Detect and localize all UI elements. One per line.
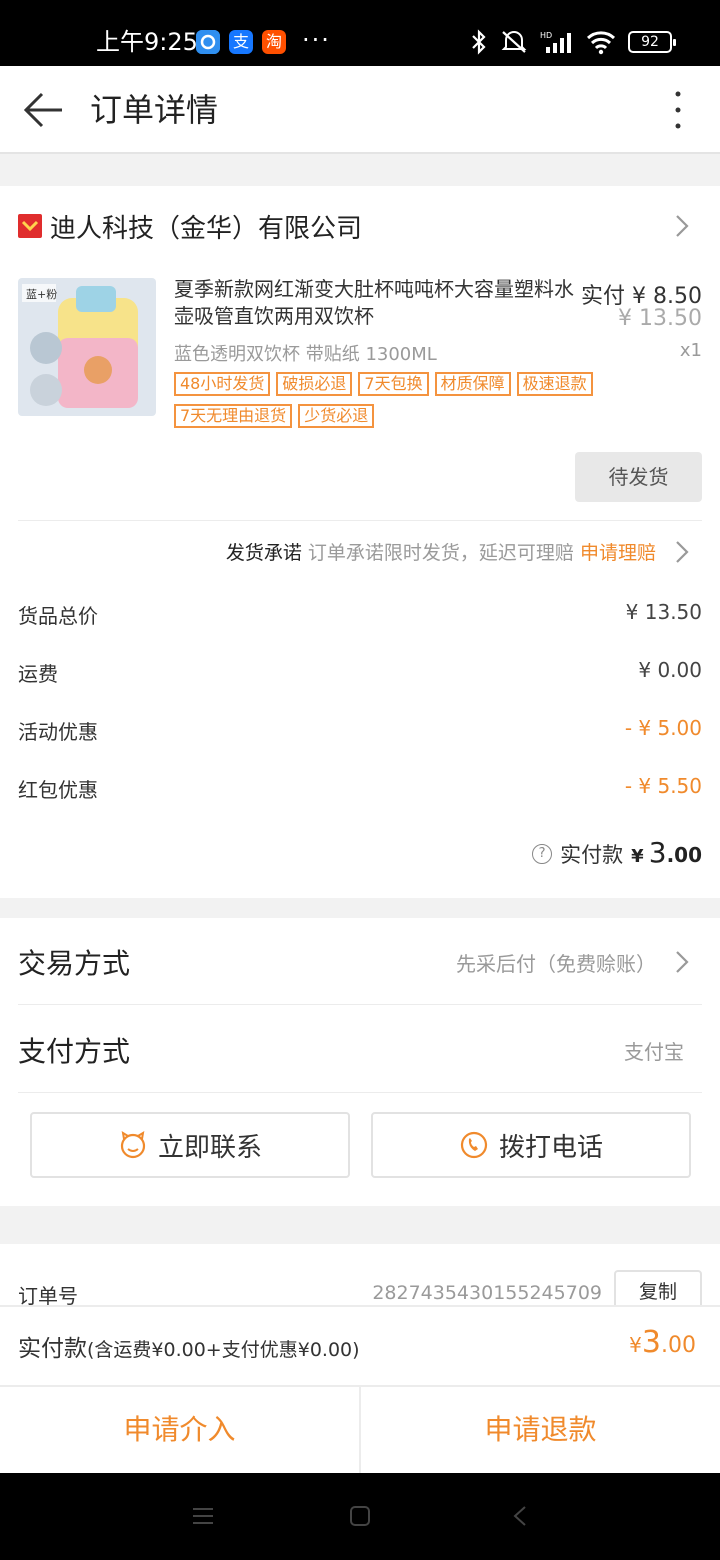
claim-link[interactable]: 申请理赔 xyxy=(580,542,656,564)
order-number-value: 2827435430155245709 xyxy=(372,1282,602,1304)
service-tag: 7天无理由退货 xyxy=(174,404,293,428)
cost-value: ¥ 0.00 xyxy=(638,658,702,682)
promise-label: 发货承诺 xyxy=(225,542,302,564)
browser-app-icon xyxy=(196,30,220,54)
cost-label: 货品总价 xyxy=(18,604,98,628)
more-notifications-icon: ··· xyxy=(302,26,331,54)
cost-value: - ¥ 5.50 xyxy=(624,774,702,798)
phone-icon xyxy=(460,1131,488,1159)
wifi-icon xyxy=(586,31,616,55)
app-header: 订单详情 xyxy=(0,66,720,154)
promise-desc: 订单承诺限时发货，延迟可理赔 xyxy=(307,542,574,564)
cost-label: 运费 xyxy=(18,662,58,686)
product-title[interactable]: 夏季新款网红渐变大肚杯吨吨杯大容量塑料水壶吸管直饮两用双饮杯 xyxy=(174,276,574,330)
cost-row-goods: 货品总价 ¥ 13.50 xyxy=(18,600,702,630)
system-nav-bar xyxy=(0,1473,720,1560)
trade-method-row[interactable]: 交易方式 先采后付（免费赊账） xyxy=(18,918,702,1006)
cost-row-shipping: 运费 ¥ 0.00 xyxy=(18,658,702,688)
service-tag: 少货必退 xyxy=(298,404,375,428)
divider xyxy=(18,1092,702,1093)
back-icon[interactable] xyxy=(512,1505,528,1527)
apply-refund-button[interactable]: 申请退款 xyxy=(359,1387,720,1473)
total-label: 实付款(含运费¥0.00+支付优惠¥0.00) xyxy=(18,1336,360,1362)
product-sku: 蓝色透明双饮杯 带贴纸 1300ML xyxy=(174,344,437,365)
taobao-app-icon: 淘 xyxy=(262,30,286,54)
cost-value: ¥ 13.50 xyxy=(625,600,702,624)
bluetooth-icon xyxy=(472,29,486,55)
divider xyxy=(18,1004,702,1005)
apply-intervention-button[interactable]: 申请介入 xyxy=(0,1387,359,1473)
paid-label: 实付款 xyxy=(560,843,624,867)
contact-button[interactable]: 立即联系 xyxy=(30,1112,350,1178)
divider xyxy=(18,520,702,521)
help-icon[interactable]: ? xyxy=(532,844,553,864)
paid-amount: ¥ 3.00 xyxy=(631,836,702,869)
payment-card: 交易方式 先采后付（免费赊账） 支付方式 支付宝 立即联系 拨打电话 xyxy=(0,918,720,1206)
payment-method-row: 支付方式 支付宝 xyxy=(18,1006,702,1094)
service-tag: 破损必退 xyxy=(276,372,353,396)
product-qty: x1 xyxy=(679,340,702,361)
chat-icon xyxy=(120,1131,146,1159)
order-status-button[interactable]: 待发货 xyxy=(575,452,702,502)
total-amount: ¥3.00 xyxy=(629,1325,696,1360)
service-tag: 7天包换 xyxy=(358,372,429,396)
shop-name: 迪人科技（金华）有限公司 xyxy=(50,213,363,244)
cost-row-coupon: 红包优惠 - ¥ 5.50 xyxy=(18,774,702,804)
svg-text:HD: HD xyxy=(540,31,552,40)
trade-method-label: 交易方式 xyxy=(18,947,131,980)
page-title: 订单详情 xyxy=(90,91,219,129)
signal-icon: HD xyxy=(540,31,571,53)
contact-label: 立即联系 xyxy=(157,1132,262,1163)
call-button[interactable]: 拨打电话 xyxy=(371,1112,691,1178)
total-detail: (含运费¥0.00+支付优惠¥0.00) xyxy=(87,1339,360,1361)
cost-label: 红包优惠 xyxy=(18,778,98,802)
chevron-right-icon[interactable] xyxy=(672,538,692,566)
mute-icon xyxy=(501,31,527,53)
paid-amount-row: ? 实付款 ¥ 3.00 xyxy=(532,836,702,872)
menu-icon[interactable] xyxy=(192,1506,214,1526)
back-arrow-icon[interactable] xyxy=(22,88,66,132)
order-card: 迪人科技（金华）有限公司 蓝+粉 夏季新款网红渐变大肚杯吨吨杯大容量塑料水壶吸管… xyxy=(0,186,720,898)
chevron-right-icon[interactable] xyxy=(672,212,692,240)
status-icons: HD 92 xyxy=(470,28,676,56)
payment-method-label: 支付方式 xyxy=(18,1035,131,1068)
chevron-right-icon[interactable] xyxy=(672,948,692,976)
contact-actions: 立即联系 拨打电话 xyxy=(0,1112,720,1178)
service-tag: 极速退款 xyxy=(516,372,593,396)
shop-row[interactable]: 迪人科技（金华）有限公司 xyxy=(18,206,362,246)
payment-method-value: 支付宝 xyxy=(624,1040,684,1064)
bottom-actions: 申请介入 申请退款 xyxy=(0,1385,720,1473)
service-tag: 材质保障 xyxy=(434,372,511,396)
cost-row-promo: 活动优惠 - ¥ 5.00 xyxy=(18,716,702,746)
call-label: 拨打电话 xyxy=(498,1132,603,1163)
total-bar: 实付款(含运费¥0.00+支付优惠¥0.00) ¥3.00 xyxy=(0,1305,720,1385)
trade-method-value: 先采后付（免费赊账） xyxy=(456,952,656,976)
product-original-price: ¥ 13.50 xyxy=(618,306,702,331)
shipping-promise[interactable]: 发货承诺 订单承诺限时发货，延迟可理赔 申请理赔 xyxy=(226,538,656,565)
status-bar: 上午9:25 支 淘 ··· HD 92 xyxy=(0,0,720,66)
more-menu-icon[interactable] xyxy=(666,88,690,132)
cost-label: 活动优惠 xyxy=(18,720,98,744)
order-info-card: 订单号 2827435430155245709 复制 xyxy=(0,1244,720,1314)
battery-icon: 92 xyxy=(628,31,676,53)
alipay-app-icon: 支 xyxy=(229,30,253,54)
service-tags: 48小时发货 破损必退 7天包换 材质保障 极速退款 7天无理由退货 少货必退 xyxy=(174,372,654,428)
cost-value: - ¥ 5.00 xyxy=(624,716,702,740)
product-image[interactable]: 蓝+粉 xyxy=(18,278,156,416)
status-time: 上午9:25 xyxy=(96,28,198,56)
home-icon[interactable] xyxy=(349,1505,371,1527)
svg-text:蓝+粉: 蓝+粉 xyxy=(26,288,57,301)
service-tag: 48小时发货 xyxy=(174,372,271,396)
shop-icon xyxy=(18,214,42,238)
